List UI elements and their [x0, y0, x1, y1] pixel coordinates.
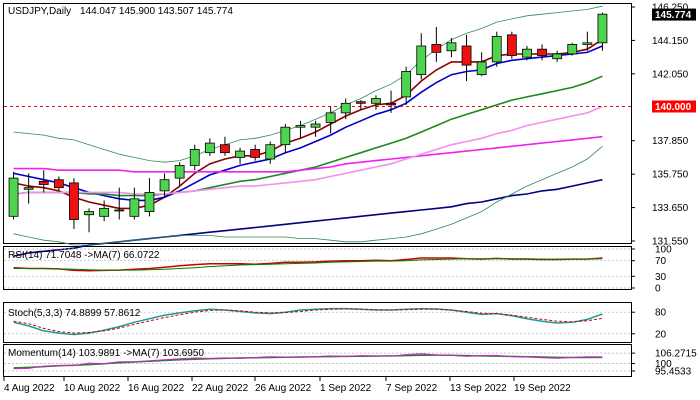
- candle-body-up: [446, 42, 457, 52]
- candle-body-down: [431, 44, 442, 53]
- rsi-title: RSI(14) 71.7048 ->MA(7) 66.0722: [8, 250, 160, 261]
- x-tick-label: 7 Sep 2022: [386, 383, 438, 394]
- candle-body-up: [23, 187, 34, 190]
- candle-body-down: [38, 180, 49, 185]
- candle-body-down: [537, 48, 547, 56]
- candle-body-up: [129, 198, 140, 217]
- x-tick-label: 16 Aug 2022: [128, 383, 185, 394]
- momentum-title: Momentum(14) 103.9891 ->MA(7) 103.6950: [8, 348, 204, 359]
- y-tick-label: 144.150: [652, 36, 689, 47]
- x-tick-label: 26 Aug 2022: [255, 383, 312, 394]
- candle-body-down: [53, 179, 64, 189]
- candle-body-down: [461, 45, 472, 66]
- candle-body-up: [491, 36, 502, 63]
- candle-body-up: [114, 209, 125, 212]
- stoch-title: Stoch(5,3,3) 74.8899 57.8612: [8, 308, 141, 319]
- candle-body-up: [84, 211, 94, 216]
- candle-body-up: [174, 164, 185, 179]
- x-tick-label: 1 Sep 2022: [320, 383, 372, 394]
- candle-body-down: [386, 102, 396, 106]
- candle-body-down: [69, 182, 79, 220]
- forex-chart: 146.250144.150142.050137.850135.750133.6…: [0, 0, 700, 400]
- rsi-tick-label: 100: [655, 245, 672, 256]
- candle-body-up: [416, 45, 427, 76]
- x-tick-label: 19 Sep 2022: [514, 383, 571, 394]
- candle-body-up: [582, 42, 593, 45]
- candle-body-up: [401, 71, 412, 98]
- chart-background: [0, 0, 700, 400]
- candle-body-up: [280, 126, 291, 146]
- level-price-box: 140.000: [652, 100, 696, 113]
- level-price-box-text: 140.000: [655, 102, 692, 113]
- candle-body-up: [476, 61, 487, 76]
- x-tick-label: 10 Aug 2022: [64, 383, 121, 394]
- candle-body-up: [99, 207, 110, 217]
- candle-body-up: [204, 142, 215, 154]
- candle-body-up: [189, 149, 200, 166]
- rsi-tick-label: 70: [655, 256, 667, 267]
- y-tick-label: 133.650: [652, 203, 689, 214]
- ohlc-values: 144.047 145.900 143.507 145.774: [80, 6, 233, 17]
- rsi-tick-label: 0: [655, 284, 661, 295]
- x-tick-label: 22 Aug 2022: [192, 383, 249, 394]
- candle-body-up: [265, 144, 276, 160]
- x-tick-label: 13 Sep 2022: [450, 383, 507, 394]
- candle-body-up: [552, 53, 563, 60]
- candle: [506, 31, 517, 59]
- stoch-tick-label: 20: [655, 329, 667, 340]
- stoch-tick-label: 80: [655, 308, 667, 319]
- symbol-title: USDJPY,Daily: [8, 6, 71, 17]
- candle-body-up: [159, 179, 170, 192]
- candle: [567, 42, 578, 56]
- candle-body-up: [144, 192, 155, 212]
- y-tick-label: 142.050: [652, 69, 689, 80]
- candle: [8, 171, 19, 220]
- candle-body-up: [295, 125, 306, 128]
- candle-body-down: [355, 101, 366, 104]
- rsi-tick-label: 30: [655, 272, 667, 283]
- candle-body-up: [597, 13, 608, 44]
- candle-body-down: [220, 144, 230, 154]
- candle: [491, 31, 502, 67]
- x-tick-label: 4 Aug 2022: [4, 383, 55, 394]
- candle-body-up: [235, 150, 245, 158]
- candle-body-up: [310, 123, 321, 128]
- chart-title: USDJPY,Daily 144.047 145.900 143.507 145…: [8, 6, 233, 17]
- candle-body-up: [371, 98, 381, 104]
- y-tick-label: 135.750: [652, 170, 689, 181]
- candle-body-up: [522, 48, 532, 58]
- current-price-box-text: 145.774: [655, 10, 692, 21]
- candle-body-up: [8, 177, 19, 217]
- momentum-tick-label: 95.4533: [655, 366, 692, 377]
- candle-body-down: [506, 34, 517, 56]
- candle-body-up: [325, 112, 336, 123]
- candle-body-up: [567, 44, 578, 55]
- y-tick-label: 137.850: [652, 136, 689, 147]
- current-price-box: 145.774: [652, 8, 696, 21]
- candle-body-down: [250, 149, 261, 158]
- candle-body-up: [340, 102, 351, 114]
